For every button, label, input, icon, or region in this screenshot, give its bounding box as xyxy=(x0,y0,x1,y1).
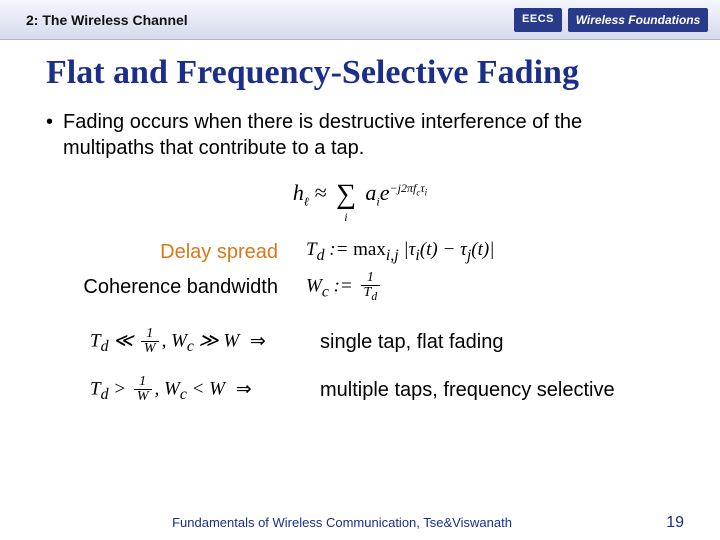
flat-fading-case: Td ≪ 1W, Wc ≫ W ⇒ single tap, flat fadin… xyxy=(90,327,674,357)
bullet-dot-icon: • xyxy=(46,110,53,134)
eecs-logo: EECS xyxy=(514,8,562,32)
chapter-label: 2: The Wireless Channel xyxy=(26,12,188,28)
bullet-text: Fading occurs when there is destructive … xyxy=(63,110,674,161)
delay-spread-label: Delay spread xyxy=(46,241,306,264)
frequency-selective-condition: Td > 1W, Wc < W ⇒ xyxy=(90,375,320,405)
flat-fading-condition: Td ≪ 1W, Wc ≫ W ⇒ xyxy=(90,327,320,357)
wireless-foundations-logo: Wireless Foundations xyxy=(568,8,708,32)
frequency-selective-text: multiple taps, frequency selective xyxy=(320,379,615,402)
main-formula: hℓ ≈ ∑ i aie−j2πfcτi xyxy=(0,179,720,211)
coherence-bandwidth-formula: Wc := 1 Td xyxy=(306,271,383,303)
bullet-list: • Fading occurs when there is destructiv… xyxy=(0,110,720,161)
header-logos: EECS Wireless Foundations xyxy=(514,8,708,32)
cases: Td ≪ 1W, Wc ≫ W ⇒ single tap, flat fadin… xyxy=(0,327,720,405)
delay-spread-row: Delay spread Td := maxi,j |τi(t) − τj(t)… xyxy=(46,239,674,265)
flat-fading-text: single tap, flat fading xyxy=(320,331,503,354)
slide-title: Flat and Frequency-Selective Fading xyxy=(46,54,720,92)
definitions: Delay spread Td := maxi,j |τi(t) − τj(t)… xyxy=(0,239,720,303)
coherence-bandwidth-label: Coherence bandwidth xyxy=(46,276,306,299)
delay-spread-formula: Td := maxi,j |τi(t) − τj(t)| xyxy=(306,239,494,265)
footer-citation: Fundamentals of Wireless Communication, … xyxy=(172,515,512,530)
bullet-item: • Fading occurs when there is destructiv… xyxy=(46,110,674,161)
page-number: 19 xyxy=(666,514,684,532)
slide-footer: Fundamentals of Wireless Communication, … xyxy=(0,515,720,530)
slide-header: 2: The Wireless Channel EECS Wireless Fo… xyxy=(0,0,720,40)
summation-symbol: ∑ i xyxy=(336,179,356,211)
coherence-bandwidth-row: Coherence bandwidth Wc := 1 Td xyxy=(46,271,674,303)
frequency-selective-case: Td > 1W, Wc < W ⇒ multiple taps, frequen… xyxy=(90,375,674,405)
